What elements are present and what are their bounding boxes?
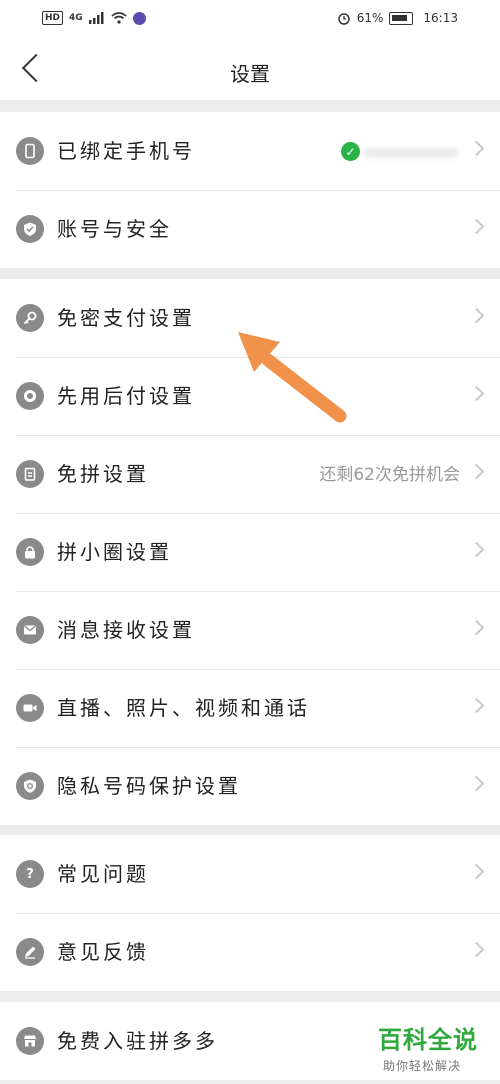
chevron-right-icon bbox=[468, 463, 485, 480]
nav-bar: 设置 bbox=[0, 40, 500, 100]
row-label: 拼小圈设置 bbox=[57, 540, 172, 564]
phone-icon bbox=[16, 137, 44, 165]
watermark: 百科全说 助你轻松解决 bbox=[378, 1020, 498, 1074]
video-icon bbox=[16, 694, 44, 722]
chevron-right-icon bbox=[468, 775, 485, 792]
chevron-right-icon bbox=[468, 541, 485, 558]
clipboard-icon bbox=[16, 460, 44, 488]
row-label: 账号与安全 bbox=[57, 217, 172, 241]
watermark-subtitle: 助你轻松解决 bbox=[383, 1059, 462, 1073]
row-label: 已绑定手机号 bbox=[57, 139, 195, 163]
settings-row-faq[interactable]: ? 常见问题 bbox=[0, 835, 500, 913]
row-label: 免费入驻拼多多 bbox=[57, 1029, 218, 1053]
settings-row-privacy-number[interactable]: 隐私号码保护设置 bbox=[0, 747, 500, 825]
settings-row-bound-phone[interactable]: 已绑定手机号 ✓ bbox=[0, 112, 500, 190]
key-icon bbox=[16, 304, 44, 332]
settings-row-messages[interactable]: 消息接收设置 bbox=[0, 591, 500, 669]
battery-percent: 61% bbox=[356, 11, 384, 25]
chevron-right-icon bbox=[468, 140, 485, 157]
chevron-right-icon bbox=[468, 385, 485, 402]
hd-badge: HD bbox=[42, 11, 64, 25]
chevron-right-icon bbox=[468, 941, 485, 958]
settings-group-help: ? 常见问题 意见反馈 bbox=[0, 835, 500, 991]
question-icon: ? bbox=[16, 860, 44, 888]
chevron-right-icon bbox=[468, 619, 485, 636]
row-label: 免拼设置 bbox=[57, 462, 149, 486]
battery-icon bbox=[389, 11, 414, 25]
settings-row-live-media-call[interactable]: 直播、照片、视频和通话 bbox=[0, 669, 500, 747]
row-label: 常见问题 bbox=[57, 862, 149, 886]
chevron-right-icon bbox=[468, 863, 485, 880]
chevron-right-icon bbox=[468, 307, 485, 324]
settings-row-free-group[interactable]: 免拼设置 还剩62次免拼机会 bbox=[0, 435, 500, 513]
row-label: 意见反馈 bbox=[57, 940, 149, 964]
shield-check-icon bbox=[16, 215, 44, 243]
settings-group-account: 已绑定手机号 ✓ 账号与安全 bbox=[0, 112, 500, 268]
status-bar: HD 4G 61% 16:13 bbox=[0, 0, 500, 40]
row-label: 免密支付设置 bbox=[57, 306, 195, 330]
alarm-icon bbox=[337, 13, 350, 25]
page-title: 设置 bbox=[230, 62, 270, 86]
row-label: 直播、照片、视频和通话 bbox=[57, 696, 310, 720]
pencil-icon bbox=[16, 938, 44, 966]
annotation-arrow bbox=[238, 332, 347, 423]
mail-icon bbox=[16, 616, 44, 644]
watermark-title: 百科全说 bbox=[378, 1026, 478, 1054]
row-label: 隐私号码保护设置 bbox=[57, 774, 241, 798]
network-type: 4G bbox=[69, 13, 83, 23]
badge-icon bbox=[16, 382, 44, 410]
free-group-remaining: 还剩62次免拼机会 bbox=[319, 465, 460, 485]
chevron-right-icon bbox=[468, 697, 485, 714]
lock-icon bbox=[16, 538, 44, 566]
chevron-right-icon bbox=[468, 218, 485, 235]
row-label: 消息接收设置 bbox=[57, 618, 195, 642]
signal-icon bbox=[88, 12, 104, 24]
store-icon bbox=[16, 1027, 44, 1055]
clock: 16:13 bbox=[423, 11, 458, 25]
settings-row-circle[interactable]: 拼小圈设置 bbox=[0, 513, 500, 591]
settings-row-account-security[interactable]: 账号与安全 bbox=[0, 190, 500, 268]
app-notification-icon bbox=[132, 11, 146, 25]
verified-check-icon: ✓ bbox=[341, 142, 360, 161]
row-label: 先用后付设置 bbox=[57, 384, 195, 408]
wifi-icon bbox=[111, 12, 127, 24]
masked-phone-number bbox=[364, 148, 459, 158]
settings-row-feedback[interactable]: 意见反馈 bbox=[0, 913, 500, 991]
phone-shield-icon bbox=[16, 772, 44, 800]
